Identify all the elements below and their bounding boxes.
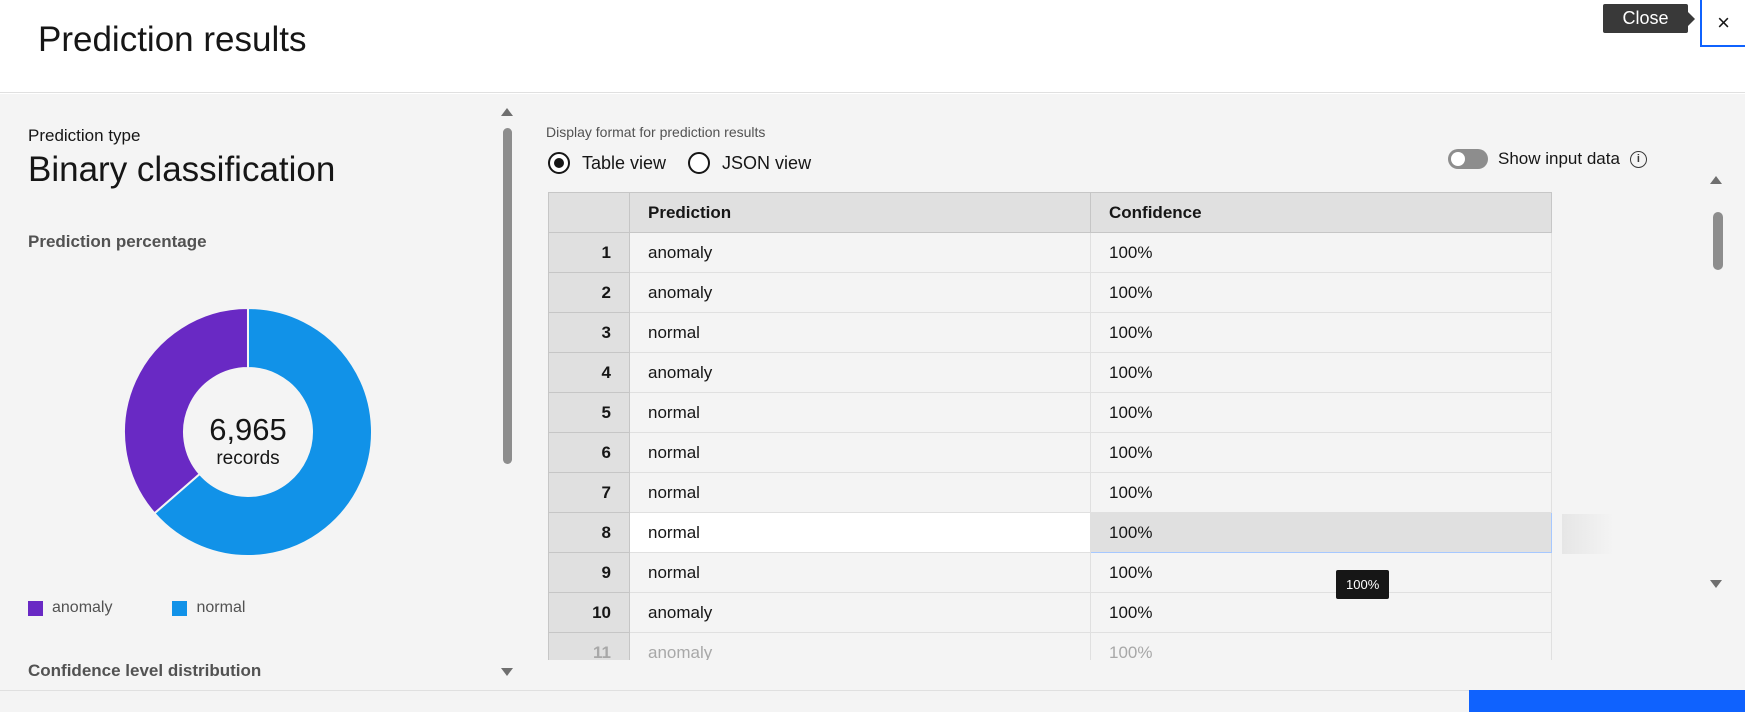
- legend-item-anomaly[interactable]: anomaly: [28, 599, 112, 617]
- legend-item-normal[interactable]: normal: [172, 599, 245, 617]
- table-row[interactable]: 10 anomaly 100%: [548, 592, 1552, 633]
- table-row[interactable]: 9 normal 100%: [548, 552, 1552, 593]
- cell-confidence[interactable]: 100%: [1090, 552, 1552, 593]
- donut-segment-anomaly[interactable]: [123, 306, 249, 515]
- confidence-distribution-label: Confidence level distribution: [28, 661, 262, 680]
- radio-json-view[interactable]: JSON view: [688, 152, 811, 174]
- show-input-toggle[interactable]: [1448, 149, 1488, 169]
- row-index: 8: [548, 512, 630, 553]
- radio-unchecked-icon: [688, 152, 711, 174]
- row-index: 7: [548, 472, 630, 513]
- row-index: 1: [548, 232, 630, 273]
- chart-legend: anomaly normal: [28, 599, 245, 617]
- header: Prediction results Close ×: [0, 0, 1745, 93]
- table-row[interactable]: 11 anomaly 100%: [548, 632, 1552, 660]
- row-index: 11: [548, 632, 630, 660]
- row-index: 2: [548, 272, 630, 313]
- cell-confidence[interactable]: 100%: [1090, 312, 1552, 353]
- cell-confidence[interactable]: 100%: [1090, 432, 1552, 473]
- scroll-down-icon[interactable]: [501, 668, 513, 676]
- cell-prediction[interactable]: anomaly: [629, 632, 1091, 660]
- row-index: 5: [548, 392, 630, 433]
- radio-checked-icon: [548, 152, 570, 174]
- table-scrollbar[interactable]: [1713, 212, 1723, 270]
- prediction-donut-chart: 6,965 records: [123, 306, 373, 557]
- column-header-index: [548, 192, 630, 233]
- cell-prediction[interactable]: normal: [629, 552, 1091, 593]
- results-table: Prediction Confidence 1 anomaly 100% 2 anoma…: [548, 192, 1552, 660]
- results-table-container: Prediction Confidence 1 anomaly 100% 2 anoma…: [548, 192, 1558, 660]
- cell-prediction[interactable]: normal: [629, 432, 1091, 473]
- cell-confidence[interactable]: 100%: [1090, 232, 1552, 273]
- cell-confidence[interactable]: 100%: [1090, 512, 1552, 553]
- close-button[interactable]: ×: [1700, 0, 1745, 47]
- legend-label-normal: normal: [196, 599, 246, 616]
- table-row[interactable]: 4 anomaly 100%: [548, 352, 1552, 393]
- show-input-toggle-wrap: Show input data i: [1448, 149, 1647, 169]
- table-row[interactable]: 3 normal 100%: [548, 312, 1552, 353]
- donut-total: 6,965: [209, 412, 287, 447]
- summary-panel: Prediction type Binary classification Pr…: [0, 94, 522, 690]
- radio-json-label: JSON view: [722, 152, 812, 173]
- cell-prediction[interactable]: normal: [629, 312, 1091, 353]
- row-index: 9: [548, 552, 630, 593]
- column-header-confidence[interactable]: Confidence: [1090, 192, 1552, 233]
- radio-table-view[interactable]: Table view: [548, 152, 666, 174]
- cell-confidence[interactable]: 100%: [1090, 592, 1552, 633]
- row-index: 3: [548, 312, 630, 353]
- info-icon[interactable]: i: [1629, 150, 1647, 168]
- cell-confidence[interactable]: 100%: [1090, 472, 1552, 513]
- scroll-up-icon[interactable]: [501, 108, 513, 116]
- column-header-prediction[interactable]: Prediction: [629, 192, 1091, 233]
- legend-label-anomaly: anomaly: [52, 599, 113, 616]
- table-row[interactable]: 6 normal 100%: [548, 432, 1552, 473]
- results-panel: Display format for prediction results Ta…: [522, 94, 1745, 690]
- table-row[interactable]: 1 anomaly 100%: [548, 232, 1552, 273]
- close-tooltip: Close: [1603, 4, 1695, 33]
- prediction-type-label: Prediction type: [28, 126, 141, 145]
- cell-confidence[interactable]: 100%: [1090, 272, 1552, 313]
- donut-unit: records: [216, 448, 279, 469]
- page-title: Prediction results: [38, 20, 307, 59]
- cell-prediction[interactable]: normal: [629, 392, 1091, 433]
- view-radio-group: Table view JSON view: [548, 152, 811, 174]
- table-scroll-up-icon[interactable]: [1710, 176, 1722, 184]
- legend-swatch-anomaly: [28, 600, 43, 616]
- row-hover-fade: [1562, 514, 1614, 554]
- table-header-row: Prediction Confidence: [548, 192, 1552, 233]
- legend-swatch-normal: [172, 600, 188, 616]
- cell-confidence[interactable]: 100%: [1090, 632, 1552, 660]
- table-scroll-down-icon[interactable]: [1710, 580, 1722, 588]
- cell-confidence[interactable]: 100%: [1090, 352, 1552, 393]
- row-index: 6: [548, 432, 630, 473]
- display-format-label: Display format for prediction results: [546, 124, 766, 140]
- radio-table-label: Table view: [582, 152, 667, 173]
- table-row[interactable]: 2 anomaly 100%: [548, 272, 1552, 313]
- cell-prediction[interactable]: anomaly: [629, 352, 1091, 393]
- row-index: 10: [548, 592, 630, 633]
- row-index: 4: [548, 352, 630, 393]
- cell-prediction[interactable]: anomaly: [629, 232, 1091, 273]
- footer-primary-button[interactable]: [1469, 690, 1745, 712]
- cell-prediction[interactable]: anomaly: [629, 592, 1091, 633]
- close-icon: ×: [1717, 9, 1730, 35]
- cell-confidence[interactable]: 100%: [1090, 392, 1552, 433]
- cell-tooltip: 100%: [1336, 570, 1390, 599]
- prediction-percentage-label: Prediction percentage: [28, 232, 207, 251]
- cell-prediction[interactable]: anomaly: [629, 272, 1091, 313]
- cell-prediction[interactable]: normal: [629, 472, 1091, 513]
- show-input-label: Show input data: [1498, 149, 1620, 168]
- cell-prediction[interactable]: normal: [629, 512, 1091, 553]
- left-scrollbar[interactable]: [503, 128, 512, 464]
- prediction-type-value: Binary classification: [28, 150, 336, 189]
- table-row[interactable]: 8 normal 100%: [548, 512, 1552, 553]
- table-row[interactable]: 5 normal 100%: [548, 392, 1552, 433]
- table-row[interactable]: 7 normal 100%: [548, 472, 1552, 513]
